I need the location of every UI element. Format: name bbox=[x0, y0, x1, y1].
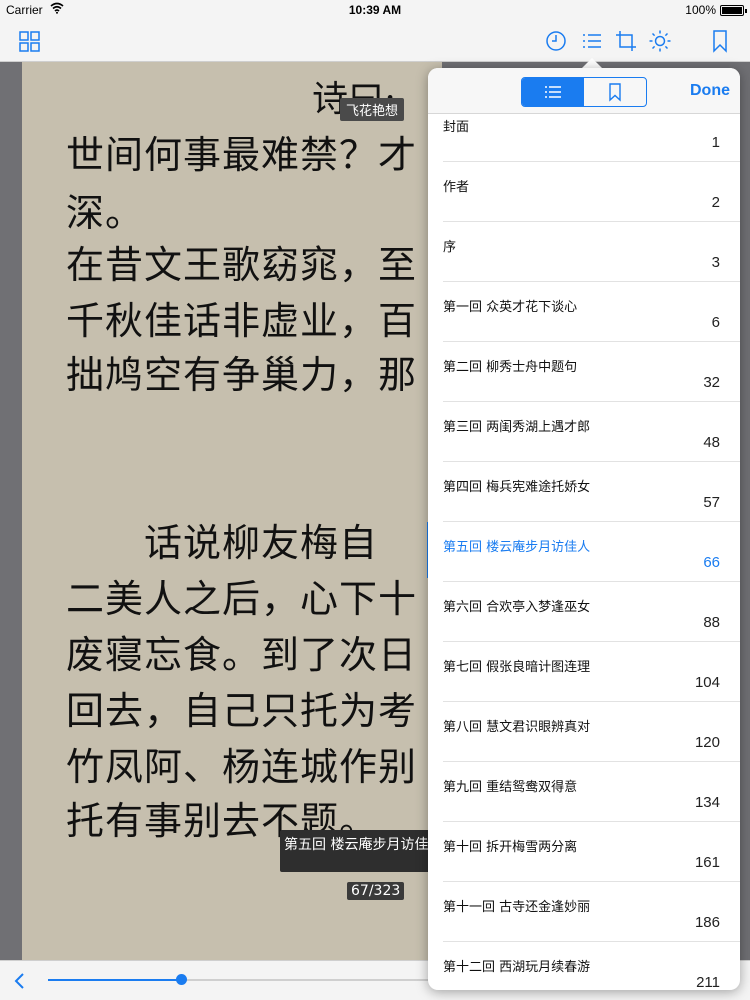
text-line: 话说柳友梅自 bbox=[66, 521, 379, 565]
bookmark-icon[interactable] bbox=[708, 29, 732, 53]
list-icon bbox=[545, 86, 561, 98]
toc-row-page: 3 bbox=[711, 254, 720, 271]
battery-percent: 100% bbox=[685, 3, 716, 17]
reader-toolbar bbox=[0, 20, 750, 62]
page-counter: 67/323 bbox=[347, 882, 405, 900]
clock-time: 10:39 AM bbox=[348, 3, 402, 17]
toc-row-page: 88 bbox=[703, 614, 720, 631]
toc-row-title: 第八回 慧文君识眼辨真对 bbox=[443, 720, 591, 735]
toc-row[interactable]: 第二回 柳秀士舟中题句 32 bbox=[428, 342, 740, 402]
page-slider[interactable] bbox=[48, 974, 428, 985]
popover-header: Done bbox=[428, 68, 740, 114]
toc-row[interactable]: 第三回 两闺秀湖上遇才郎 48 bbox=[428, 402, 740, 462]
toc-row[interactable]: 封面 1 bbox=[428, 114, 740, 162]
chapter-label: 第五回 楼云庵步月访佳人 bbox=[280, 830, 442, 872]
toc-row[interactable]: 作者 2 bbox=[428, 162, 740, 222]
toc-row[interactable]: 序3 bbox=[428, 222, 740, 282]
toc-row-page: 161 bbox=[694, 854, 720, 871]
toc-row[interactable]: 第十二回 西湖玩月续春游 211 bbox=[428, 942, 740, 990]
toc-row[interactable]: 第六回 合欢亭入梦逢巫女 88 bbox=[428, 582, 740, 642]
toc-row-page: 104 bbox=[694, 674, 720, 691]
brightness-icon[interactable] bbox=[648, 29, 672, 53]
text-line: 千秋佳话非虚业，百 bbox=[66, 299, 418, 343]
toc-row-title: 第四回 梅兵宪难途托娇女 bbox=[443, 480, 591, 495]
toc-row[interactable]: 第五回 楼云庵步月访佳人 66 bbox=[428, 522, 740, 582]
toc-row-page: 186 bbox=[694, 914, 720, 931]
clock-icon[interactable] bbox=[544, 29, 568, 53]
toc-row[interactable]: 第四回 梅兵宪难途托娇女 57 bbox=[428, 462, 740, 522]
toc-row-title: 第六回 合欢亭入梦逢巫女 bbox=[443, 600, 591, 615]
toc-row-page: 1 bbox=[711, 134, 720, 151]
toc-row[interactable]: 第八回 慧文君识眼辨真对 120 bbox=[428, 702, 740, 762]
text-line: 深。 bbox=[66, 191, 145, 235]
toc-list: 封面 1 作者 2 序 3 第一回 众英才花下谈心 6 第二回 柳秀士舟中题句 32 第三回 两闺秀… bbox=[428, 114, 740, 990]
toc-row-title: 第一回 众英才花下谈心 bbox=[443, 300, 578, 315]
battery-icon bbox=[720, 5, 747, 16]
toc-row[interactable]: 第十一回 古寺还金逢妙丽 186 bbox=[428, 882, 740, 942]
toc-row[interactable]: 第一回 众英才花下谈心 6 bbox=[428, 282, 740, 342]
toc-row-title: 第七回 假张良暗计图连理 bbox=[443, 660, 591, 675]
segment-control bbox=[521, 77, 647, 107]
toc-row-page: 32 bbox=[703, 374, 720, 391]
toc-row-page: 211 bbox=[696, 974, 720, 990]
back-chevron-icon[interactable] bbox=[10, 969, 30, 993]
toc-row-page: 120 bbox=[694, 734, 720, 751]
toc-popover: Done 封面 1 作者 2 序 3 第一回 众英才花下谈心 6 第二回 柳秀士舟中题句 32 第三… bbox=[428, 68, 740, 990]
toc-row-page: 134 bbox=[694, 794, 720, 811]
toc-row-page: 66 bbox=[703, 554, 720, 571]
book-page[interactable]: 诗曰: 飞花艳想 世间何事最难禁？才 深。 在昔文王歌窈窕，至 千秋佳话非虚业，… bbox=[22, 62, 442, 960]
toc-row[interactable]: 第十回 拆开梅雪两分离 161 bbox=[428, 822, 740, 882]
text-line: 二美人之后，心下十 bbox=[66, 577, 418, 621]
bookmark-icon bbox=[609, 83, 621, 102]
book-title-label: 飞花艳想 bbox=[340, 98, 405, 121]
text-line: 拙鸠空有争巢力，那 bbox=[66, 353, 418, 397]
toc-row-page: 2 bbox=[711, 194, 720, 211]
status-bar: Carrier 10:39 AM 100% bbox=[0, 0, 750, 20]
toc-row-title: 第三回 两闺秀湖上遇才郎 bbox=[443, 420, 591, 435]
bookmarks-segment-button[interactable] bbox=[584, 78, 646, 106]
toc-row[interactable]: 第九回 重结鸳鸯双得意 134 bbox=[428, 762, 740, 822]
toc-row-title: 封面 bbox=[443, 120, 470, 135]
toc-row-page: 48 bbox=[703, 434, 720, 451]
text-line: 世间何事最难禁？才 bbox=[66, 133, 418, 177]
text-line: 在昔文王歌窈窕，至 bbox=[66, 243, 418, 287]
grid-icon[interactable] bbox=[18, 29, 42, 53]
slider-knob[interactable] bbox=[176, 974, 187, 985]
slider-fill bbox=[48, 979, 181, 981]
toc-row-title: 第十回 拆开梅雪两分离 bbox=[443, 840, 578, 855]
toc-row[interactable]: 第七回 假张良暗计图连理 104 bbox=[428, 642, 740, 702]
text-line: 回去，自己只托为考 bbox=[66, 689, 418, 733]
text-line: 竹凤阿、杨连城作别 bbox=[66, 745, 418, 789]
toc-row-title: 第十二回 西湖玩月续春游 bbox=[443, 960, 591, 975]
toc-row-title: 第九回 重结鸳鸯双得意 bbox=[443, 780, 578, 795]
text-line: 废寝忘食。到了次日 bbox=[66, 633, 418, 677]
crop-icon[interactable] bbox=[614, 29, 638, 53]
toc-row-title: 序 bbox=[443, 240, 457, 255]
toc-row-title: 作者 bbox=[443, 180, 470, 195]
page-edge bbox=[0, 62, 22, 960]
toc-row-page: 57 bbox=[703, 494, 720, 511]
toc-row-title: 第二回 柳秀士舟中题句 bbox=[443, 360, 578, 375]
toc-row-title: 第五回 楼云庵步月访佳人 bbox=[443, 540, 591, 555]
toc-segment-button[interactable] bbox=[522, 78, 584, 106]
toc-row-title: 第十一回 古寺还金逢妙丽 bbox=[443, 900, 591, 915]
list-icon[interactable] bbox=[580, 29, 604, 53]
done-button[interactable]: Done bbox=[690, 82, 730, 100]
toc-row-page: 6 bbox=[711, 314, 720, 331]
